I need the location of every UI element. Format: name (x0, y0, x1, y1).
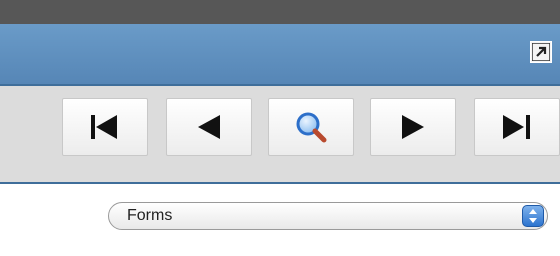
expand-button[interactable] (530, 41, 552, 63)
next-icon (402, 115, 424, 139)
chevron-updown-icon (529, 209, 537, 223)
search-button[interactable] (268, 98, 354, 156)
select-value: Forms (127, 207, 173, 224)
previous-icon (198, 115, 220, 139)
title-bar (0, 24, 560, 86)
first-page-button[interactable] (62, 98, 148, 156)
last-page-icon (503, 115, 530, 139)
search-icon (296, 112, 327, 143)
last-page-button[interactable] (474, 98, 560, 156)
next-button[interactable] (370, 98, 456, 156)
window-top-strip (0, 0, 560, 24)
previous-button[interactable] (166, 98, 252, 156)
select-stepper[interactable] (522, 205, 544, 227)
navigation-toolbar (0, 86, 560, 183)
forms-select[interactable]: Forms (108, 202, 548, 230)
content-area: Forms (8, 184, 560, 256)
expand-icon (532, 43, 550, 61)
first-page-icon (91, 115, 117, 139)
